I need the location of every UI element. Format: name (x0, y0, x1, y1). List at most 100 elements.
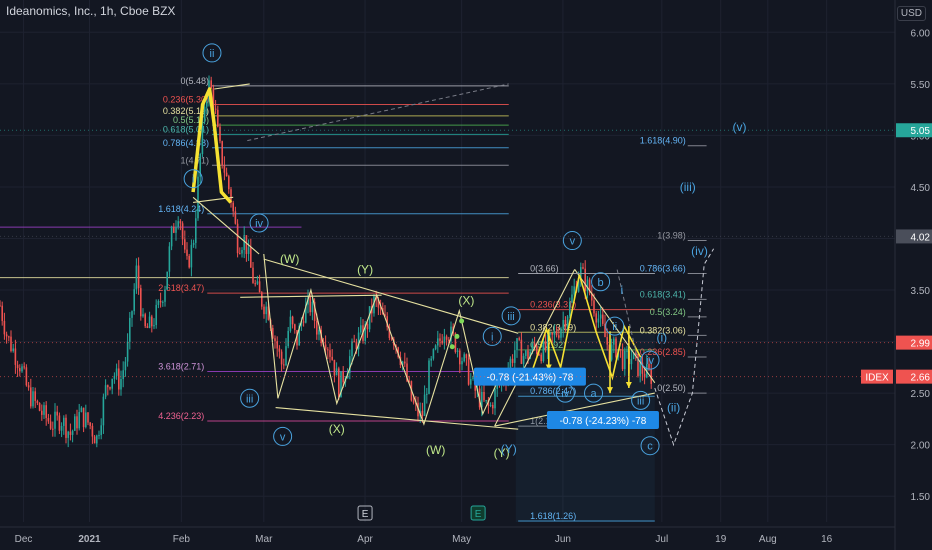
wave-label: i (491, 331, 493, 343)
candle-body (423, 394, 426, 416)
chart-title: Ideanomics, Inc., 1h, Cboe BZX (6, 4, 176, 18)
candle-body (459, 350, 461, 365)
fib-level-label: 0.618(3.41) (640, 289, 686, 299)
wave-label: (W) (280, 252, 299, 266)
candle-body (21, 366, 23, 372)
candle-body (522, 355, 525, 364)
candle-body (76, 416, 78, 429)
candle-body (232, 202, 234, 212)
candle-body (96, 435, 98, 444)
candle-body (599, 314, 602, 319)
candle-body (236, 223, 239, 254)
fib-level-label: 1.618(4.90) (640, 136, 686, 146)
candle-body (221, 141, 223, 166)
candle-body (593, 300, 595, 314)
wave-dot (449, 344, 455, 350)
time-tick-label: Jun (555, 534, 571, 545)
wave-label: iv (646, 355, 654, 367)
candle-body (247, 247, 250, 254)
price-chart[interactable]: 0(5.48)0.236(5.30)0.382(5.19)0.5(5.10)0.… (0, 0, 932, 550)
candle-body (71, 430, 74, 435)
candle-body (342, 371, 344, 383)
candle-body (536, 345, 538, 354)
candle-body (542, 341, 545, 362)
candle-body (30, 387, 32, 407)
wave-label: (i) (656, 330, 667, 344)
price-tick-label: 4.50 (911, 183, 931, 194)
candle-body (52, 428, 54, 430)
candle-body (441, 340, 443, 344)
price-badge-label: 5.05 (911, 126, 931, 137)
currency-button[interactable]: USD (896, 6, 926, 21)
candle-body (558, 335, 560, 338)
candle-body (404, 361, 406, 364)
price-badge-label: 4.02 (911, 232, 931, 243)
fib-level-label: 0.786(3.66) (640, 264, 686, 274)
candle-body (133, 289, 135, 312)
candle-body (465, 354, 468, 359)
candle-body (316, 320, 318, 335)
candle-body (630, 358, 633, 365)
wave-label: iii (637, 395, 644, 407)
candle-body (104, 385, 107, 397)
candle-body (421, 410, 424, 416)
candle-body (82, 407, 85, 428)
price-tick-label: 2.50 (911, 389, 931, 400)
candle-body (602, 314, 604, 324)
candle-body (179, 221, 182, 224)
candle-body (89, 422, 91, 426)
wave-label: a (590, 388, 597, 400)
candle-body (188, 255, 190, 268)
wave-label: v (570, 236, 576, 248)
candle-body (428, 360, 430, 394)
candle-body (333, 359, 336, 376)
candle-body (49, 421, 52, 429)
price-tick-label: 5.50 (911, 80, 931, 91)
candle-body (219, 126, 221, 142)
candle-body (78, 412, 80, 429)
candle-body (331, 356, 333, 360)
candle-body (142, 314, 144, 317)
price-badge-label: 2.66 (911, 373, 931, 384)
candle-body (280, 351, 283, 365)
candle-body (67, 431, 69, 438)
candle-body (527, 350, 529, 359)
time-tick-label: 19 (715, 534, 727, 545)
wave-label: (Y) (501, 442, 517, 456)
candle-body (65, 417, 67, 438)
candle-body (10, 336, 12, 352)
candle-body (338, 368, 340, 398)
candle-body (195, 218, 197, 243)
chart-background (0, 0, 932, 550)
candle-body (489, 404, 492, 406)
candle-body (168, 246, 171, 272)
candle-body (206, 101, 208, 107)
wave-label: (W) (426, 443, 445, 457)
candle-body (173, 226, 175, 233)
candle-body (27, 385, 30, 388)
time-tick-label: May (452, 534, 471, 545)
candle-body (533, 343, 536, 346)
candle-body (439, 338, 441, 341)
candle-body (38, 402, 41, 411)
candle-body (129, 317, 131, 342)
candle-body (311, 301, 314, 313)
candle-body (511, 358, 514, 363)
candle-body (140, 288, 142, 317)
candle-body (87, 412, 89, 423)
time-tick-label: Dec (15, 534, 33, 545)
candle-body (263, 306, 265, 315)
candle-body (203, 106, 206, 120)
wave-label: i (192, 174, 194, 186)
wave-label: (X) (329, 422, 345, 436)
candle-body (25, 367, 28, 386)
candle-body (615, 338, 617, 358)
candle-body (494, 388, 496, 409)
candle-body (254, 283, 256, 285)
wave-label: (iii) (680, 180, 696, 194)
candle-body (3, 320, 6, 335)
price-tick-label: 1.50 (911, 492, 931, 503)
candle-body (56, 411, 58, 416)
candle-body (109, 387, 111, 389)
candle-body (555, 331, 558, 336)
